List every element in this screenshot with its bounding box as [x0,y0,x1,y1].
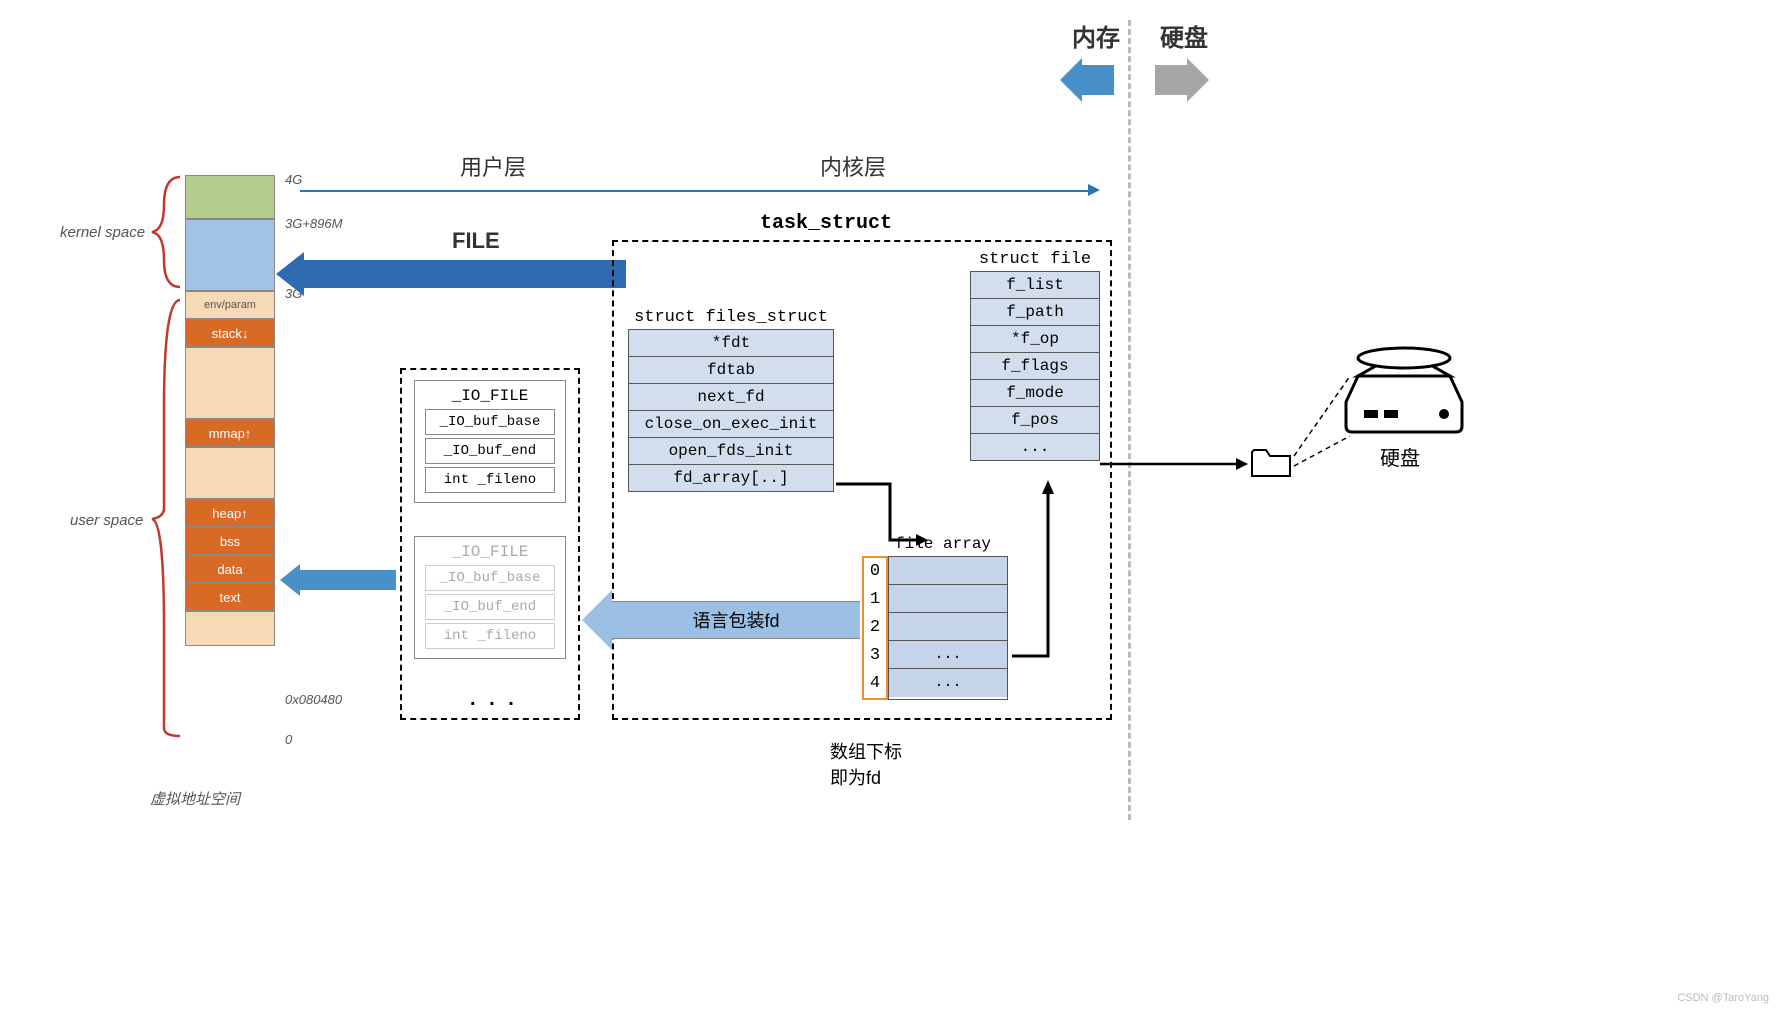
files-struct-row: open_fds_init [629,438,833,465]
fd-array-to-file-array-arrow [832,480,932,570]
fa-cell [889,585,1007,613]
file-array-cells: ... ... [888,556,1008,700]
hard-disk-icon [1344,346,1464,436]
io-file-row: _IO_buf_base [425,565,555,591]
struct-file-to-folder-arrow [1100,454,1250,474]
mem-kernel-blue [185,219,275,291]
fa-cell [889,613,1007,641]
to-heap-arrow [280,564,396,596]
files-struct-table: struct files_struct *fdt fdtab next_fd c… [628,308,834,492]
mark-3g896: 3G+896M [285,216,342,231]
struct-file-row: f_mode [971,380,1099,407]
struct-file-row: f_list [971,272,1099,299]
lang-wrap-fd-arrow: 语言包装fd [582,590,860,650]
struct-file-row: *f_op [971,326,1099,353]
file-arrow [276,252,626,296]
mem-mmap: mmap↑ [185,419,275,447]
io-file-ellipsis: . . . [470,688,518,711]
struct-file-row: f_pos [971,407,1099,434]
mem-stack: stack↓ [185,319,275,347]
layer-span-arrow [300,190,1090,192]
disk-arrow-icon [1155,58,1209,102]
fa-idx: 3 [864,642,886,670]
files-struct-row: close_on_exec_init [629,411,833,438]
memory-arrow-icon [1060,58,1114,102]
struct-file-row: ... [971,434,1099,460]
fa-cell: ... [889,669,1007,697]
struct-file-table: struct file f_list f_path *f_op f_flags … [970,250,1100,461]
fa-note2: 即为fd [830,764,881,790]
struct-file-row: f_flags [971,353,1099,380]
mem-env: env/param [185,291,275,319]
files-struct-title: struct files_struct [628,308,834,327]
io-file-row: _IO_buf_end [425,438,555,464]
files-struct-row: fdtab [629,357,833,384]
memory-disk-divider [1128,20,1131,820]
lang-wrap-label: 语言包装fd [692,607,779,633]
mem-gap2 [185,447,275,499]
struct-file-title: struct file [970,250,1100,269]
struct-file-row: f_path [971,299,1099,326]
io-file-box-1: _IO_FILE _IO_buf_base _IO_buf_end int _f… [414,380,566,503]
mem-heap: heap↑ [185,499,275,527]
mem-text: text [185,583,275,611]
disk-heading: 硬盘 [1160,18,1208,53]
folder-icon [1250,444,1294,480]
files-struct-row: next_fd [629,384,833,411]
user-layer-label: 用户层 [460,150,526,182]
files-struct-row: fd_array[..] [629,465,833,491]
mark-4g: 4G [285,172,302,187]
mark-addr: 0x080480 [285,692,342,707]
memory-heading: 内存 [1072,18,1120,53]
fa-idx: 4 [864,670,886,698]
user-brace-icon [150,298,184,740]
mem-gap1 [185,347,275,419]
io-file-row: int _fileno [425,623,555,649]
mem-top-green [185,175,275,219]
user-space-label: user space [70,512,143,529]
io-file-row: _IO_buf_base [425,409,555,435]
mark-zero: 0 [285,732,292,747]
fa-idx: 2 [864,614,886,642]
io-file-row: int _fileno [425,467,555,493]
mem-bss: bss [185,527,275,555]
file-arrow-label: FILE [452,228,500,254]
fa-note1: 数组下标 [830,738,902,764]
files-struct-row: *fdt [629,330,833,357]
kernel-brace-icon [150,175,184,290]
fa-idx: 1 [864,586,886,614]
file-array-to-struct-file-arrow [1010,478,1070,660]
file-array-index-col: 0 1 2 3 4 [862,556,888,700]
io-file-title: _IO_FILE [425,387,555,405]
fa-cell: ... [889,641,1007,669]
io-file-row: _IO_buf_end [425,594,555,620]
kernel-space-label: kernel space [60,224,145,241]
layer-span-arrowhead [1088,184,1100,196]
task-struct-label: task_struct [760,212,892,235]
watermark: CSDN @TaroYang [1677,992,1769,1004]
io-file-box-2: _IO_FILE _IO_buf_base _IO_buf_end int _f… [414,536,566,659]
kernel-layer-label: 内核层 [820,150,886,182]
virtual-memory-bar: env/param stack↓ mmap↑ heap↑ bss data te… [185,175,275,646]
mem-data: data [185,555,275,583]
io-file-title-faded: _IO_FILE [425,543,555,561]
file-array: 0 1 2 3 4 ... ... [862,556,1008,700]
disk-caption: 硬盘 [1380,442,1420,471]
mem-bottom [185,611,275,646]
vaddr-caption: 虚拟地址空间 [150,788,240,809]
